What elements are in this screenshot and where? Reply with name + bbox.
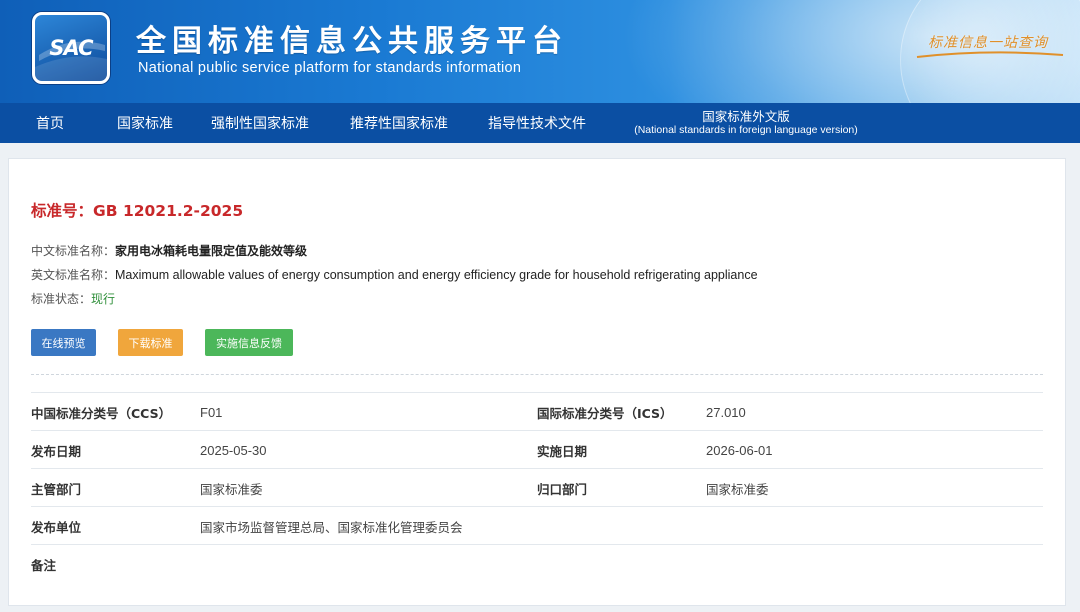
ics-label: 国际标准分类号（ICS） — [537, 405, 673, 421]
detail-row-dates: 发布日期 2025-05-30 实施日期 2026-06-01 — [31, 430, 1043, 468]
nav-foreign-label: 国家标准外文版 — [702, 109, 790, 125]
implement-date-value: 2026-06-01 — [706, 442, 773, 458]
detail-row-classification: 中国标准分类号（CCS） F01 国际标准分类号（ICS） 27.010 — [31, 392, 1043, 430]
dashed-divider — [31, 374, 1043, 375]
en-name-value: Maximum allowable values of energy consu… — [115, 268, 758, 282]
implementation-feedback-button[interactable]: 实施信息反馈 — [205, 329, 293, 356]
competent-dept-value: 国家标准委 — [200, 481, 263, 497]
online-preview-button[interactable]: 在线预览 — [31, 329, 96, 356]
sac-logo[interactable]: SAC — [32, 12, 110, 84]
nav-item-national-standards[interactable]: 国家标准 — [117, 103, 173, 143]
standard-number-title: 标准号：GB 12021.2-2025 — [31, 199, 243, 221]
en-name-line: 英文标准名称：Maximum allowable values of energ… — [31, 266, 758, 283]
nav-item-foreign-language-version[interactable]: 国家标准外文版 (National standards in foreign l… — [627, 103, 865, 143]
nav-item-home[interactable]: 首页 — [36, 103, 64, 143]
centralized-dept-label: 归口部门 — [537, 481, 588, 497]
detail-row-remark: 备注 — [31, 544, 1043, 582]
nav-foreign-sub-label: (National standards in foreign language … — [634, 124, 858, 137]
download-standard-button[interactable]: 下载标准 — [118, 329, 183, 356]
ccs-label: 中国标准分类号（CCS） — [31, 405, 172, 421]
slogan: 标准信息一站查询 — [928, 35, 1048, 51]
status-label: 标准状态： — [31, 292, 92, 306]
detail-row-publisher: 发布单位 国家市场监督管理总局、国家标准化管理委员会 — [31, 506, 1043, 544]
centralized-dept-value: 国家标准委 — [706, 481, 769, 497]
logo-text: SAC — [49, 36, 93, 60]
en-name-label: 英文标准名称： — [31, 268, 116, 282]
competent-dept-label: 主管部门 — [31, 481, 82, 497]
ccs-value: F01 — [200, 404, 223, 420]
publish-date-label: 发布日期 — [31, 443, 82, 459]
publish-date-value: 2025-05-30 — [200, 442, 267, 458]
cn-name-value: 家用电冰箱耗电量限定值及能效等级 — [115, 244, 308, 258]
nav-item-mandatory-standards[interactable]: 强制性国家标准 — [211, 103, 309, 143]
status-line: 标准状态：现行 — [31, 290, 115, 307]
nav-item-guidance-documents[interactable]: 指导性技术文件 — [488, 103, 586, 143]
standard-number: GB 12021.2-2025 — [93, 202, 244, 220]
site-title: 全国标准信息公共服务平台 — [136, 24, 568, 59]
slogan-swoosh-icon — [916, 51, 1064, 58]
publisher-value: 国家市场监督管理总局、国家标准化管理委员会 — [200, 519, 463, 535]
cn-name-label: 中文标准名称： — [31, 244, 116, 258]
publisher-label: 发布单位 — [31, 519, 82, 535]
cn-name-line: 中文标准名称：家用电冰箱耗电量限定值及能效等级 — [31, 242, 307, 259]
status-badge: 现行 — [91, 292, 116, 306]
site-subtitle: National public service platform for sta… — [138, 60, 522, 76]
main-nav: 首页 国家标准 强制性国家标准 推荐性国家标准 指导性技术文件 国家标准外文版 … — [0, 103, 1080, 143]
nav-item-recommended-standards[interactable]: 推荐性国家标准 — [350, 103, 448, 143]
standard-number-label: 标准号： — [31, 202, 94, 220]
implement-date-label: 实施日期 — [537, 443, 588, 459]
standard-detail-card: 标准号：GB 12021.2-2025 中文标准名称：家用电冰箱耗电量限定值及能… — [8, 158, 1066, 606]
remark-label: 备注 — [31, 557, 57, 573]
site-header: SAC 全国标准信息公共服务平台 National public service… — [0, 0, 1080, 103]
ics-value: 27.010 — [706, 404, 746, 420]
detail-row-departments: 主管部门 国家标准委 归口部门 国家标准委 — [31, 468, 1043, 506]
